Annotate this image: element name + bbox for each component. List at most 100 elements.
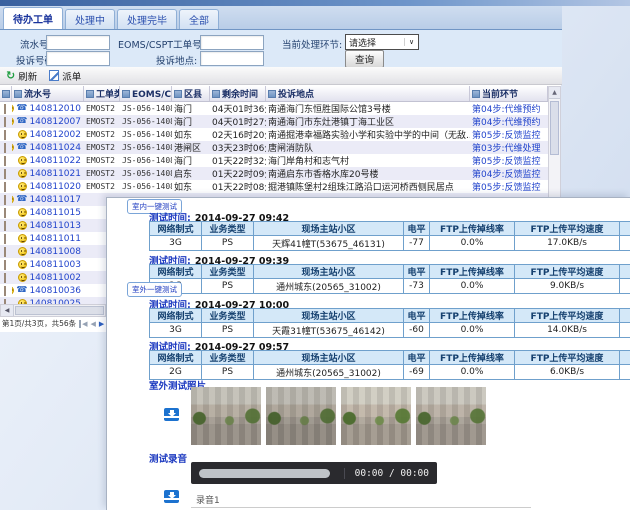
row-marker-cell [0, 208, 12, 218]
test-photo-thumbnail[interactable] [416, 387, 486, 445]
smiley-icon[interactable] [18, 130, 27, 139]
serial-filter-input[interactable] [46, 35, 110, 50]
table-row[interactable]: ☎140812007EMOST2JS-056-140811-422海门04天01… [0, 115, 548, 128]
serial-link[interactable]: 140812002 [29, 130, 81, 140]
first-page-icon[interactable]: ◀ [79, 320, 87, 328]
serial-link[interactable]: 140811021 [29, 169, 81, 179]
serial-cell: 140811008 [12, 247, 84, 257]
audio-player[interactable]: 00:00 / 00:00 [191, 462, 437, 484]
smiley-icon[interactable] [18, 221, 27, 230]
test-table-header-cell: 网络制式 [150, 265, 202, 279]
tab-1[interactable]: 待办工单 [3, 7, 63, 29]
vertical-scroll-thumb[interactable] [550, 101, 559, 155]
serial-link[interactable]: 140812010 [29, 104, 81, 114]
test-photo-thumbnail[interactable] [341, 387, 411, 445]
download-audio-icon[interactable] [164, 490, 179, 503]
smiley-icon[interactable] [12, 117, 14, 126]
phone-icon[interactable]: ☎ [16, 286, 27, 295]
serial-link[interactable]: 140811017 [29, 195, 81, 205]
step-cell[interactable]: 第04步:代维预约 [470, 115, 548, 128]
table-row[interactable]: 140811020EMOST2JS-056-140811-160如东01天22时… [0, 180, 548, 193]
tab-2[interactable]: 处理中 [65, 9, 115, 29]
table-row[interactable]: ☎140811024EMOST2JS-056-140803-344港闸区03天2… [0, 141, 548, 154]
column-header-2[interactable]: 工单类型 [84, 86, 120, 101]
smiley-icon[interactable] [12, 104, 14, 113]
audio-progress-track[interactable] [199, 469, 330, 478]
step-cell[interactable]: 第05步:反馈监控 [470, 154, 548, 167]
serial-link[interactable]: 140811011 [29, 234, 81, 244]
smiley-icon[interactable] [18, 273, 27, 282]
test-photo-thumbnail[interactable] [266, 387, 336, 445]
column-header-3[interactable]: EOMS/CSPT工单号 [120, 86, 172, 101]
column-header-5[interactable]: 剩余时间 [210, 86, 266, 101]
smiley-icon[interactable] [18, 208, 27, 217]
test-photo-thumbnail[interactable] [191, 387, 261, 445]
step-select[interactable]: 请选择 ∨ [345, 34, 419, 50]
phone-icon[interactable]: ☎ [16, 117, 27, 126]
step-cell[interactable]: 第05步:反馈监控 [470, 128, 548, 141]
step-cell[interactable]: 第03步:代维处理 [470, 141, 548, 154]
test-table-data-cell: -60 [404, 323, 430, 337]
scroll-left-icon[interactable]: ◀ [1, 305, 14, 316]
smiley-icon[interactable] [18, 182, 27, 191]
column-header-1[interactable]: 流水号 [12, 86, 84, 101]
table-row[interactable]: 140811021EMOST2JS-056-140811-150启东01天22时… [0, 167, 548, 180]
phone-icon[interactable]: ☎ [16, 104, 27, 113]
download-photos-icon[interactable] [164, 408, 179, 421]
serial-link[interactable]: 140812007 [29, 117, 81, 127]
sort-icon [174, 90, 182, 98]
serial-cell: ☎140810036 [12, 286, 84, 296]
tab-3[interactable]: 处理完毕 [117, 9, 177, 29]
table-row[interactable]: 140811022EMOST2JS-056-140811-248海门01天22时… [0, 154, 548, 167]
smiley-icon[interactable] [18, 234, 27, 243]
refresh-label: 刷新 [18, 69, 37, 83]
eoms-filter-input[interactable] [200, 35, 264, 50]
smiley-icon[interactable] [18, 169, 27, 178]
next-page-icon[interactable]: ▶ [99, 320, 104, 328]
refresh-button[interactable]: ↻ 刷新 [6, 69, 37, 83]
column-header-7[interactable]: 当前环节 [470, 86, 548, 101]
horizontal-scroll-thumb[interactable] [15, 306, 104, 315]
smiley-icon[interactable] [18, 156, 27, 165]
test-table-data-cell: PS [202, 279, 254, 293]
serial-link[interactable]: 140811015 [29, 208, 81, 218]
phone-icon[interactable]: ☎ [16, 195, 27, 204]
serial-link[interactable]: 140811008 [29, 247, 81, 257]
serial-link[interactable]: 140810036 [29, 286, 81, 296]
tab-4[interactable]: 全部 [179, 9, 219, 29]
serial-link[interactable]: 140811024 [29, 143, 81, 153]
smiley-icon[interactable] [12, 286, 14, 295]
serial-link[interactable]: 140811020 [29, 182, 81, 192]
county-cell: 海门 [172, 102, 210, 115]
test-table-data-cell: 9.0KB/s [515, 279, 620, 293]
serial-link[interactable]: 140811003 [29, 260, 81, 270]
column-header-6[interactable]: 投诉地点 [266, 86, 470, 101]
query-button[interactable]: 查询 [345, 50, 384, 68]
step-cell[interactable]: 第05步:反馈监控 [470, 180, 548, 193]
column-header-4[interactable]: 区县 [172, 86, 210, 101]
test-table-header-cell: FTP上传平均速度 [515, 309, 620, 323]
phone-filter-input[interactable] [46, 51, 110, 66]
smiley-icon[interactable] [12, 143, 14, 152]
table-row[interactable]: ☎140812010EMOST2JS-056-140812-7海门04天01时3… [0, 102, 548, 115]
dispatch-button[interactable]: 派单 [49, 69, 81, 83]
prev-page-icon[interactable]: ◀ [91, 320, 96, 328]
remaining-time-cell: 02天16时20分 [210, 128, 266, 141]
test-table-header-cell: 电平 [404, 265, 430, 279]
test-table-data-cell: 17.0KB/s [515, 236, 620, 250]
smiley-icon[interactable] [18, 260, 27, 269]
horizontal-scrollbar[interactable]: ◀ [0, 304, 106, 317]
serial-link[interactable]: 140811022 [29, 156, 81, 166]
phone-icon[interactable]: ☎ [16, 143, 27, 152]
step-cell[interactable]: 第04步:反馈监控 [470, 167, 548, 180]
scroll-up-icon[interactable]: ▲ [549, 87, 560, 99]
smiley-icon[interactable] [18, 247, 27, 256]
serial-link[interactable]: 140811013 [29, 221, 81, 231]
location-filter-input[interactable] [200, 51, 264, 66]
smiley-icon[interactable] [12, 195, 14, 204]
serial-cell: ☎140811024 [12, 143, 84, 153]
outdoor-test-button[interactable]: 室外一键测试 [127, 282, 182, 297]
step-cell[interactable]: 第04步:代维预约 [470, 102, 548, 115]
table-row[interactable]: 140812002EMOST2JS-056-140811-291如东02天16时… [0, 128, 548, 141]
serial-link[interactable]: 140811002 [29, 273, 81, 283]
